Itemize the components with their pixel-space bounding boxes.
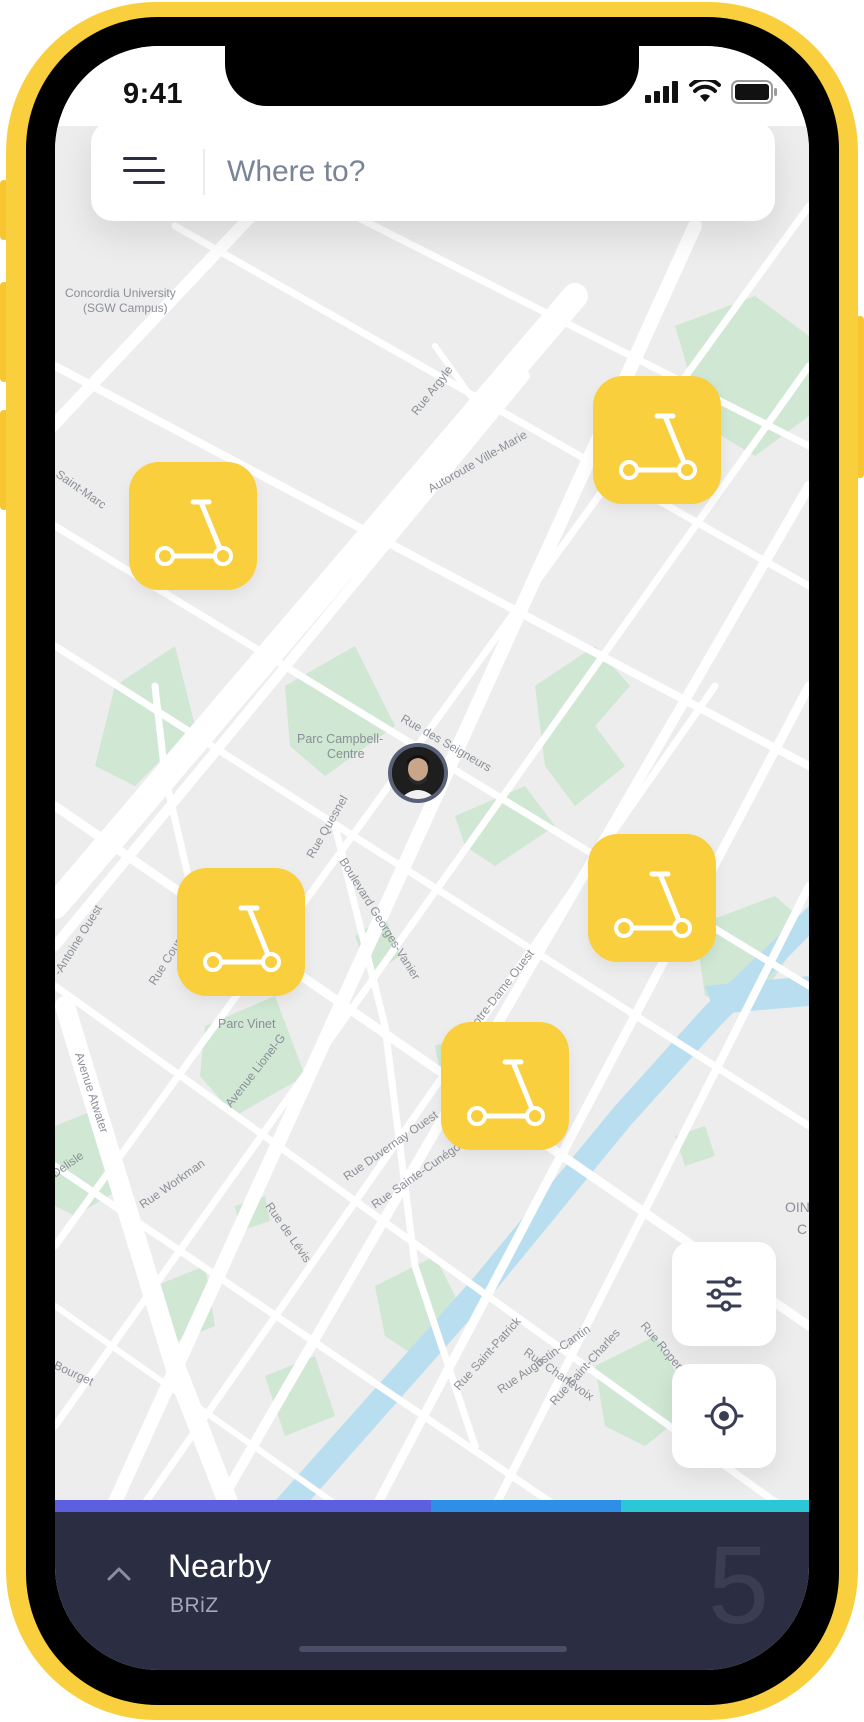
sheet-subtitle: BRiZ [170,1594,219,1617]
sliders-icon [706,1276,742,1312]
progress-segment [621,1500,809,1512]
status-time: 9:41 [123,78,184,110]
scooter-marker[interactable] [177,868,305,996]
status-icons [645,80,779,104]
scooter-icon [467,1059,545,1126]
progress-segment [243,1500,431,1512]
map-label: Parc Campbell- [297,732,383,746]
battery-icon [731,80,777,104]
scooter-icon [619,413,697,480]
scooter-icon [155,499,233,566]
menu-icon [123,157,165,184]
map-label: (SGW Campus) [83,301,168,315]
map-label: Parc Vinet [218,1017,276,1031]
scooter-marker[interactable] [588,834,716,962]
nearby-bottom-sheet[interactable]: Nearby BRiZ 5 [55,1512,809,1670]
scooter-marker[interactable] [129,462,257,590]
user-location-avatar[interactable] [388,743,448,803]
nearby-count: 5 [707,1524,769,1647]
notch [225,46,639,106]
avatar [392,747,444,799]
map-label: Concordia University [65,286,176,300]
progress-segment [431,1500,621,1512]
map-label: C [797,1221,807,1237]
wifi-icon [689,80,721,102]
status-bar: 9:41 [55,46,809,126]
sheet-title: Nearby [168,1548,272,1584]
search-bar[interactable] [91,121,775,221]
target-icon [704,1396,744,1436]
progress-segment [55,1500,243,1512]
search-divider [203,149,205,195]
menu-button[interactable] [117,143,171,199]
expand-sheet-button[interactable] [95,1550,143,1598]
map-label: OIN [785,1199,809,1215]
map-label: Centre [327,747,365,761]
destination-search-input[interactable] [225,147,749,197]
signal-bars-icon [645,81,678,103]
locate-me-button[interactable] [672,1364,776,1468]
scooter-icon [614,871,692,938]
scooter-marker[interactable] [441,1022,569,1150]
home-indicator[interactable] [299,1646,567,1652]
progress-strip [55,1500,809,1512]
scooter-marker[interactable] [593,376,721,504]
scooter-icon [203,905,281,972]
filter-button[interactable] [672,1242,776,1346]
chevron-up-icon [107,1567,131,1581]
phone-screen: 9:41 Concordia University (SGW Campus) R… [55,46,809,1670]
